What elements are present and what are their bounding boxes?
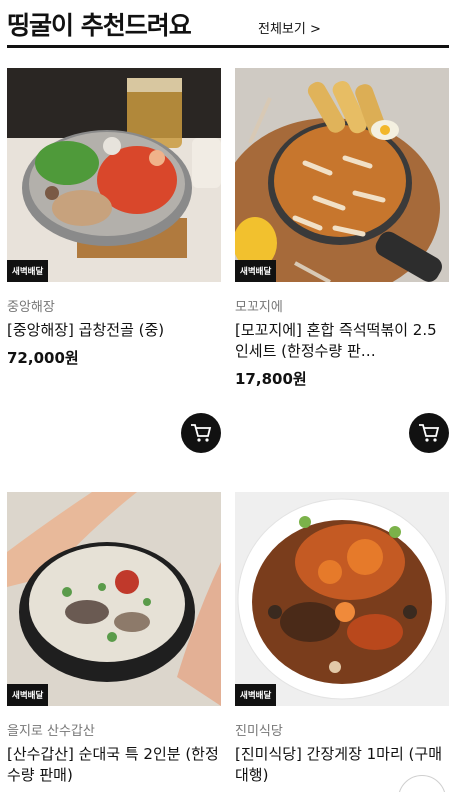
product-price: 72,000원 (7, 349, 79, 367)
product-card[interactable]: 새벽배달 중앙해장 [중앙해장] 곱창전골 (중) 72,000원 (7, 68, 221, 368)
add-to-cart-button[interactable] (409, 413, 449, 453)
crab-food-icon (235, 492, 449, 706)
delivery-badge: 새벽배달 (235, 260, 277, 282)
delivery-badge: 새벽배달 (7, 260, 49, 282)
product-image[interactable]: 새벽배달 (235, 68, 449, 282)
product-image[interactable]: 새벽배달 (7, 492, 221, 706)
cart-icon (419, 424, 440, 442)
store-name: 중앙해장 (7, 300, 55, 315)
cart-icon (191, 424, 212, 442)
view-all-link[interactable]: 전체보기 > (258, 18, 321, 37)
product-price: 17,800원 (235, 370, 307, 388)
store-name: 모꼬지에 (235, 300, 283, 315)
section-title: 띵굴이 추천드려요 (7, 11, 192, 40)
section-header: 띵굴이 추천드려요 전체보기 > (7, 0, 449, 48)
product-name[interactable]: [산수갑산] 순대국 특 2인분 (한정수량 판매) (7, 744, 221, 786)
product-card[interactable]: 새벽배달 진미식당 [진미식당] 간장게장 1마리 (구매대행) (235, 492, 449, 786)
product-image[interactable]: 새벽배달 (235, 492, 449, 706)
soup-bowl-food-icon (7, 492, 221, 706)
product-image[interactable]: 새벽배달 (7, 68, 221, 282)
product-name[interactable]: [중앙해장] 곱창전골 (중) (7, 320, 221, 341)
product-card[interactable]: 새벽배달 을지로 산수갑산 [산수갑산] 순대국 특 2인분 (한정수량 판매) (7, 492, 221, 786)
store-name: 을지로 산수갑산 (7, 724, 95, 739)
store-name: 진미식당 (235, 724, 283, 739)
delivery-badge: 새벽배달 (235, 684, 277, 706)
delivery-badge: 새벽배달 (7, 684, 49, 706)
product-name[interactable]: [모꼬지에] 혼합 즉석떡볶이 2.5인세트 (한정수량 판… (235, 320, 449, 362)
add-to-cart-button[interactable] (181, 413, 221, 453)
tteokbokki-food-icon (235, 68, 449, 282)
hotpot-food-icon (7, 68, 221, 282)
product-card[interactable]: 새벽배달 모꼬지에 [모꼬지에] 혼합 즉석떡볶이 2.5인세트 (한정수량 판… (235, 68, 449, 389)
